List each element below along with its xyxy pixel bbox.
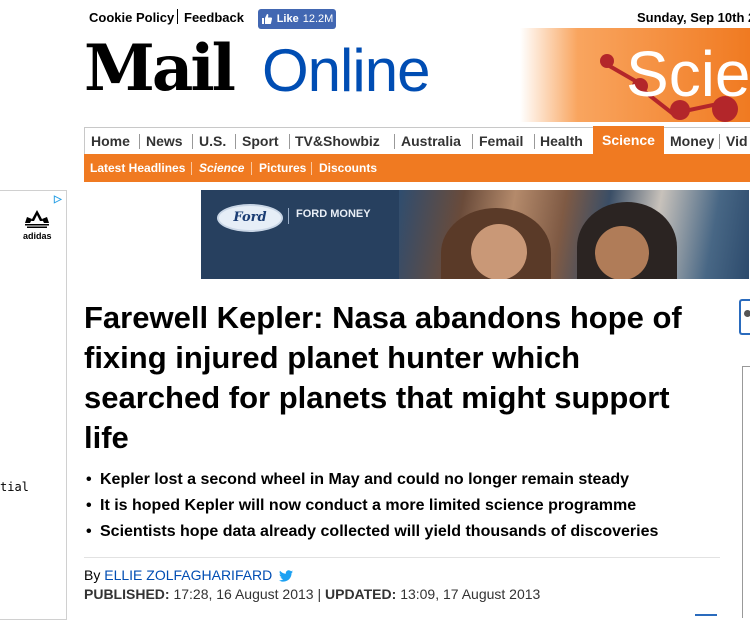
subnav-discounts[interactable]: Discounts [319, 161, 377, 175]
subnav-separator [191, 162, 192, 175]
nav-item-tvshowbiz[interactable]: TV&Showbiz [295, 133, 380, 149]
summary-bullet: Kepler lost a second wheel in May and co… [84, 467, 714, 493]
ford-logo: Ford [217, 204, 283, 232]
subnav-separator [311, 162, 312, 175]
adchoices-icon[interactable]: ▷ [54, 194, 65, 205]
article-byline: By ELLIE ZOLFAGHARIFARD [84, 567, 294, 583]
main-nav: Home News U.S. Sport TV&Showbiz Australi… [84, 126, 750, 154]
nav-item-australia[interactable]: Australia [401, 133, 461, 149]
ad-photo-face [595, 226, 649, 279]
top-utility-bar: Cookie Policy Feedback Like 12.2M Sunday… [84, 6, 750, 29]
nav-separator [139, 134, 140, 149]
article-summary-bullets: Kepler lost a second wheel in May and co… [84, 467, 714, 545]
updated-label: UPDATED: [325, 586, 397, 602]
summary-bullet: It is hoped Kepler will now conduct a mo… [84, 493, 714, 519]
nav-separator [394, 134, 395, 149]
adidas-brand-label: adidas [23, 231, 52, 241]
nav-item-femail[interactable]: Femail [479, 133, 523, 149]
nav-separator [472, 134, 473, 149]
ad-photo-face [471, 224, 527, 279]
share-widget-tab[interactable] [739, 299, 750, 335]
logo-online[interactable]: Online [262, 38, 430, 104]
nav-item-news[interactable]: News [146, 133, 183, 149]
science-section-banner: Scien [520, 28, 750, 122]
share-bar-edge [695, 614, 717, 616]
section-banner-text: Scien [626, 38, 750, 110]
current-date: Sunday, Sep 10th 2 [637, 10, 750, 25]
subnav-separator [251, 162, 252, 175]
nav-item-health[interactable]: Health [540, 133, 583, 149]
summary-bullet: Scientists hope data already collected w… [84, 519, 714, 545]
thumbs-up-icon [261, 14, 272, 24]
ford-divider [288, 208, 289, 224]
adidas-logo-icon [25, 210, 49, 228]
left-skyscraper-ad[interactable]: ▷ adidas [0, 190, 67, 620]
logo-mail[interactable]: Mail [84, 34, 236, 104]
sub-nav: Latest Headlines Science Pictures Discou… [84, 154, 750, 182]
author-link[interactable]: ELLIE ZOLFAGHARIFARD [104, 567, 272, 583]
article-timestamps: PUBLISHED: 17:28, 16 August 2013 | UPDAT… [84, 586, 540, 602]
nav-item-money[interactable]: Money [670, 133, 714, 149]
nav-item-us[interactable]: U.S. [199, 133, 226, 149]
nav-separator [289, 134, 290, 149]
published-label: PUBLISHED: [84, 586, 170, 602]
like-label: Like [276, 13, 299, 25]
subnav-pictures[interactable]: Pictures [259, 161, 306, 175]
nav-item-video[interactable]: Vid [726, 133, 748, 149]
topbar-separator [177, 9, 178, 24]
published-value: 17:28, 16 August 2013 [173, 586, 314, 602]
right-column-border [742, 366, 743, 618]
nav-separator [534, 134, 535, 149]
updated-value: 13:09, 17 August 2013 [400, 586, 541, 602]
ford-money-tagline: FORD MONEY [296, 208, 371, 220]
subnav-science[interactable]: Science [199, 161, 244, 175]
nav-item-science[interactable]: Science [593, 126, 664, 154]
right-column-border [742, 366, 750, 367]
twitter-icon[interactable] [279, 570, 294, 582]
facebook-like-widget[interactable]: Like 12.2M [258, 9, 422, 29]
ad-photo [399, 190, 749, 279]
left-partial-text: tial [0, 480, 29, 494]
subnav-latest-headlines[interactable]: Latest Headlines [90, 161, 185, 175]
feedback-link[interactable]: Feedback [184, 10, 244, 25]
ford-banner-ad[interactable]: Ford FORD MONEY [201, 190, 749, 279]
molecule-atom [600, 54, 614, 68]
nav-separator [192, 134, 193, 149]
nav-item-home[interactable]: Home [91, 133, 130, 149]
share-dot-icon [744, 310, 750, 317]
article-headline: Farewell Kepler: Nasa abandons hope of f… [84, 300, 682, 455]
nav-item-sport[interactable]: Sport [242, 133, 279, 149]
byline-divider [84, 557, 720, 558]
nav-separator [719, 134, 720, 149]
like-count: 12.2M [302, 13, 334, 25]
nav-separator [235, 134, 236, 149]
timestamp-separator: | [317, 586, 322, 602]
facebook-like-button[interactable]: Like 12.2M [258, 9, 336, 29]
byline-by-label: By [84, 567, 101, 583]
cookie-policy-link[interactable]: Cookie Policy [89, 10, 174, 25]
